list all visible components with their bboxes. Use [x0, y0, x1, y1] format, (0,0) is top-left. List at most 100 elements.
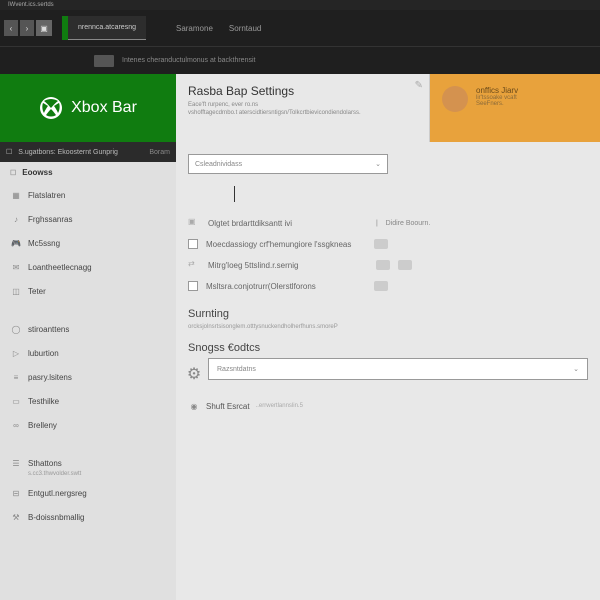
- sidebar-item-label: luburtion: [28, 349, 59, 358]
- sidebar-item-label: Testhilke: [28, 397, 59, 406]
- badge-icon: [374, 281, 388, 291]
- breadcrumb-square-icon: ☐: [6, 148, 12, 156]
- sidebar-item-8[interactable]: ▭ Testhilke: [0, 389, 176, 413]
- settings-title: Rasba Bap Settings: [188, 84, 417, 98]
- lines-icon: ≡: [10, 371, 22, 383]
- shut-row: ◉ Shuft Esrcat ..errwertlannslin.5: [188, 400, 588, 412]
- sidebar-item-12[interactable]: ⚒ B-doissnbmallig: [0, 505, 176, 529]
- list-icon: ☰: [10, 457, 22, 469]
- option-row-2: ⇄ Mitrg'loeg 5ttslind.r.sernig: [188, 254, 588, 276]
- checkbox[interactable]: [188, 281, 198, 291]
- settings-desc-1: Eace'ft rurpenc, ever ro.ns: [188, 102, 417, 110]
- option-label: Moecdassiogy crf'hemungiore l'ssgkneas: [206, 240, 366, 249]
- option-right-text: | Didire Boourn.: [376, 220, 430, 227]
- message-icon: ✉: [10, 261, 22, 273]
- sidebar-item-5[interactable]: ◯ stiroanttens: [0, 317, 176, 341]
- subbar-text: Intenes cheranductulmonus at backthrensi…: [122, 57, 255, 64]
- sidebar-item-sub: s.cc3.thwvolder.swtt: [0, 471, 176, 477]
- sidebar-item-6[interactable]: ▷ luburtion: [0, 341, 176, 365]
- xbox-logo-icon: [39, 96, 63, 120]
- sidebar-item-label: pasry.lsitens: [28, 373, 72, 382]
- play-icon: ▷: [10, 347, 22, 359]
- link-icon: ∞: [10, 419, 22, 431]
- chevron-down-icon: ⌄: [375, 160, 381, 168]
- sidebar-item-label: stiroanttens: [28, 325, 69, 334]
- layout-icon: ▦: [10, 189, 22, 201]
- primary-dropdown[interactable]: Csleadnividass ⌄: [188, 154, 388, 174]
- storage-dropdown[interactable]: Razsntdatns ⌄: [208, 358, 588, 380]
- breadcrumb-bar: ☐ S.ugatbons: Ekoosternt Gunprig Boram: [0, 142, 176, 162]
- sidebar-item-label: Entgutl.nergsreg: [28, 489, 87, 498]
- section-summing-title: Surnting: [188, 308, 588, 320]
- dropdown-value: Csleadnividass: [195, 161, 242, 168]
- settings-header-block: ✎ Rasba Bap Settings Eace'ft rurpenc, ev…: [176, 74, 430, 142]
- topbar-link-1[interactable]: Saramone: [176, 24, 213, 33]
- settings-desc-2: vshofftagecdrnbo.t aterscidtiersntigsn/T…: [188, 110, 417, 118]
- section-storage-title: Snogss €odtcs: [188, 342, 588, 354]
- notice-subtitle: lir'tssoake vcaft SeeFners.: [476, 95, 518, 107]
- sidebar-item-label: Brelleny: [28, 421, 57, 430]
- top-toolbar: ‹ › ▣ nrennca.atcaresng Saramone Sorntau…: [0, 10, 600, 46]
- text-cursor: [234, 186, 235, 202]
- notice-title: onffics Jiarv: [476, 86, 518, 95]
- gamepad-icon: 🎮: [10, 237, 22, 249]
- sub-toolbar: Intenes cheranductulmonus at backthrensi…: [0, 46, 600, 74]
- sidebar-item-3[interactable]: ✉ Loantheetlecnagg: [0, 255, 176, 279]
- sidebar-item-1[interactable]: ♪ Frghssanras: [0, 207, 176, 231]
- storage-gear-icon: ⚙: [188, 368, 200, 380]
- badge-icon: [398, 260, 412, 270]
- sidebar-item-4[interactable]: ◫ Teter: [0, 279, 176, 303]
- circle-icon: ◯: [10, 323, 22, 335]
- active-tab[interactable]: nrennca.atcaresng: [68, 16, 146, 40]
- id-icon: ▭: [10, 395, 22, 407]
- subbar-thumb-icon: [94, 55, 114, 67]
- chevron-down-icon: ⌄: [573, 365, 579, 373]
- option-row-0: ▣Olgtet brdarttdiksantt ivi| Didire Boou…: [188, 212, 588, 234]
- nav-home-button[interactable]: ▣: [36, 20, 52, 36]
- disc-icon: ◉: [188, 400, 200, 412]
- edit-icon[interactable]: ✎: [415, 80, 423, 91]
- sidebar-item-label: Mc5ssng: [28, 239, 60, 248]
- option-label: Msltsra.conjotrurr(Olerstlforons: [206, 282, 366, 291]
- badge-icon: [374, 239, 388, 249]
- sidebar-item-7[interactable]: ≡ pasry.lsitens: [0, 365, 176, 389]
- option-row-1: Moecdassiogy crf'hemungiore l'ssgkneas: [188, 234, 588, 254]
- titlebar-text: IWvent.ics.sertds: [8, 2, 54, 8]
- sidebar-item-label: Teter: [28, 287, 46, 296]
- folder-icon: ▣: [188, 217, 200, 229]
- nav-forward-button[interactable]: ›: [20, 20, 34, 36]
- sidebar-item-label: Frghssanras: [28, 215, 72, 224]
- brand-header: Xbox Bar: [0, 74, 176, 142]
- sidebar-section-header: ☐ Eoowss: [0, 162, 176, 183]
- breadcrumb-path: S.ugatbons: Ekoosternt Gunprig: [18, 149, 118, 156]
- sidebar-item-2[interactable]: 🎮 Mc5ssng: [0, 231, 176, 255]
- sidebar-item-label: Loantheetlecnagg: [28, 263, 92, 272]
- build-icon: ⚒: [10, 511, 22, 523]
- option-row-3: Msltsra.conjotrurr(Olerstlforons: [188, 276, 588, 296]
- sidebar-item-0[interactable]: ▦ Flatslatren: [0, 183, 176, 207]
- breadcrumb-end: Boram: [149, 149, 170, 156]
- main-panel: ✎ Rasba Bap Settings Eace'ft rurpenc, ev…: [176, 74, 600, 600]
- notice-panel[interactable]: onffics Jiarv lir'tssoake vcaft SeeFners…: [430, 74, 600, 142]
- shut-desc: ..errwertlannslin.5: [256, 403, 303, 409]
- shut-label: Shuft Esrcat: [206, 402, 250, 411]
- storage-dropdown-value: Razsntdatns: [217, 366, 256, 373]
- checkbox[interactable]: [188, 239, 198, 249]
- brand-text: Xbox Bar: [71, 99, 137, 117]
- sidebar: Xbox Bar ☐ S.ugatbons: Ekoosternt Gunpri…: [0, 74, 176, 600]
- sidebar-item-11[interactable]: ⊟Entgutl.nergsreg: [0, 481, 176, 505]
- music-icon: ♪: [10, 213, 22, 225]
- window-titlebar: IWvent.ics.sertds: [0, 0, 600, 10]
- option-label: Mitrg'loeg 5ttslind.r.sernig: [208, 261, 368, 270]
- sidebar-item-label: Flatslatren: [28, 191, 65, 200]
- sidebar-item-9[interactable]: ∞ Brelleny: [0, 413, 176, 437]
- section-summing-desc: orcksjolnsrtsisonglem.otttysnuckendholhe…: [188, 324, 588, 330]
- sidebar-item-label: Sthattons: [28, 459, 62, 468]
- badge-icon: [376, 260, 390, 270]
- sidebar-item-label: B-doissnbmallig: [28, 513, 84, 522]
- cube-icon: ◫: [10, 285, 22, 297]
- arrows-icon: ⇄: [188, 259, 200, 271]
- nav-back-button[interactable]: ‹: [4, 20, 18, 36]
- notice-avatar-icon: [442, 86, 468, 112]
- topbar-link-2[interactable]: Sorntaud: [229, 24, 261, 33]
